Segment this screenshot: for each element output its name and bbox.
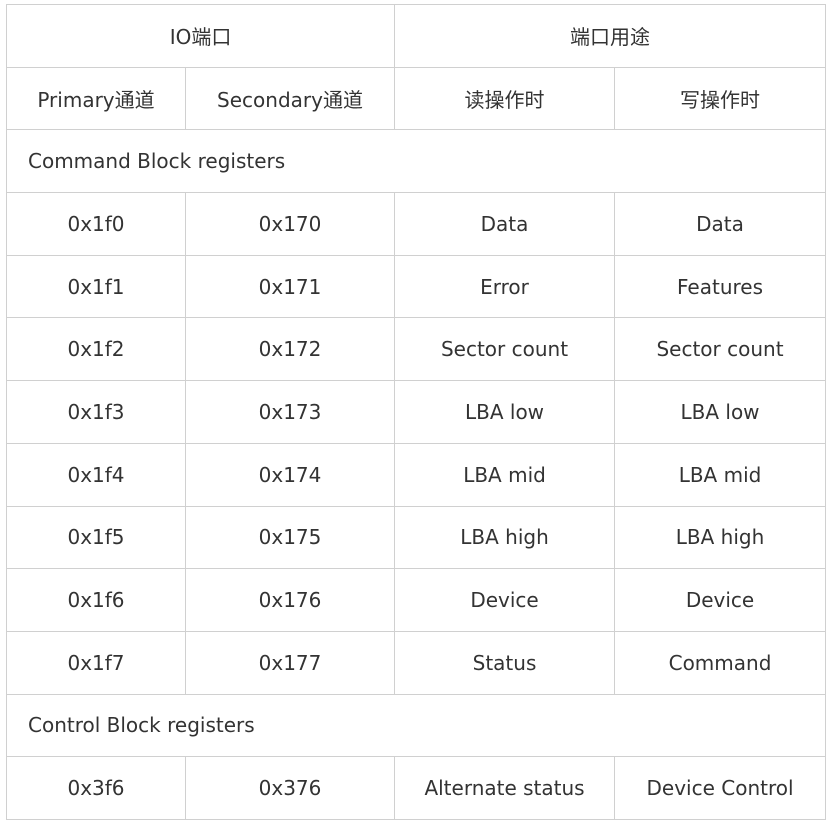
cell-write: LBA mid xyxy=(614,442,827,507)
header-primary-channel: Primary通道 xyxy=(6,66,186,131)
io-port-table-body: IO端口 端口用途 Primary通道 Secondary通道 读操作时 写操作… xyxy=(5,4,827,820)
cell-secondary: 0x175 xyxy=(184,505,396,570)
section-row-control-block: Control Block registers xyxy=(5,693,827,758)
cell-secondary: 0x172 xyxy=(184,317,396,382)
cell-secondary: 0x174 xyxy=(184,442,396,507)
table-row: 0x1f1 0x171 Error Features xyxy=(6,254,827,319)
section-title-control-block: Control Block registers xyxy=(5,693,827,758)
cell-read: Status xyxy=(394,630,616,695)
cell-write: Device Control xyxy=(614,756,827,820)
cell-read: Sector count xyxy=(394,317,616,382)
cell-read: LBA mid xyxy=(394,442,616,507)
cell-read: LBA high xyxy=(394,505,616,570)
cell-primary: 0x1f5 xyxy=(6,505,186,570)
cell-secondary: 0x171 xyxy=(184,254,396,319)
table-row: 0x1f7 0x177 Status Command xyxy=(6,630,827,695)
header-row-top: IO端口 端口用途 xyxy=(5,4,827,68)
header-port-usage: 端口用途 xyxy=(394,4,827,68)
header-write-operation: 写操作时 xyxy=(614,66,827,131)
cell-read: Alternate status xyxy=(394,756,616,820)
cell-write: Command xyxy=(614,630,827,695)
cell-write: Features xyxy=(614,254,827,319)
section-row-command-block: Command Block registers xyxy=(5,129,827,194)
header-io-port: IO端口 xyxy=(5,4,396,68)
cell-primary: 0x3f6 xyxy=(6,756,186,820)
table-row: 0x1f4 0x174 LBA mid LBA mid xyxy=(6,442,827,507)
table-row: 0x1f2 0x172 Sector count Sector count xyxy=(6,317,827,382)
cell-primary: 0x1f2 xyxy=(6,317,186,382)
section-title-command-block: Command Block registers xyxy=(5,129,827,194)
cell-read: Error xyxy=(394,254,616,319)
table-row: 0x1f5 0x175 LBA high LBA high xyxy=(6,505,827,570)
header-secondary-channel: Secondary通道 xyxy=(184,66,396,131)
io-port-table: IO端口 端口用途 Primary通道 Secondary通道 读操作时 写操作… xyxy=(5,4,827,820)
cell-primary: 0x1f7 xyxy=(6,630,186,695)
cell-primary: 0x1f4 xyxy=(6,442,186,507)
cell-read: Device xyxy=(394,568,616,632)
cell-write: Device xyxy=(614,568,827,632)
cell-primary: 0x1f0 xyxy=(6,192,186,256)
header-read-operation: 读操作时 xyxy=(394,66,616,131)
cell-write: Sector count xyxy=(614,317,827,382)
table-row: 0x3f6 0x376 Alternate status Device Cont… xyxy=(6,756,827,820)
cell-secondary: 0x177 xyxy=(184,630,396,695)
table-row: 0x1f0 0x170 Data Data xyxy=(6,192,827,256)
cell-secondary: 0x376 xyxy=(184,756,396,820)
cell-primary: 0x1f6 xyxy=(6,568,186,632)
cell-primary: 0x1f1 xyxy=(6,254,186,319)
cell-primary: 0x1f3 xyxy=(6,380,186,444)
cell-secondary: 0x173 xyxy=(184,380,396,444)
table-row: 0x1f3 0x173 LBA low LBA low xyxy=(6,380,827,444)
cell-secondary: 0x170 xyxy=(184,192,396,256)
cell-write: Data xyxy=(614,192,827,256)
cell-write: LBA low xyxy=(614,380,827,444)
table-row: 0x1f6 0x176 Device Device xyxy=(6,568,827,632)
cell-secondary: 0x176 xyxy=(184,568,396,632)
cell-read: LBA low xyxy=(394,380,616,444)
cell-read: Data xyxy=(394,192,616,256)
cell-write: LBA high xyxy=(614,505,827,570)
header-row-sub: Primary通道 Secondary通道 读操作时 写操作时 xyxy=(6,66,827,131)
